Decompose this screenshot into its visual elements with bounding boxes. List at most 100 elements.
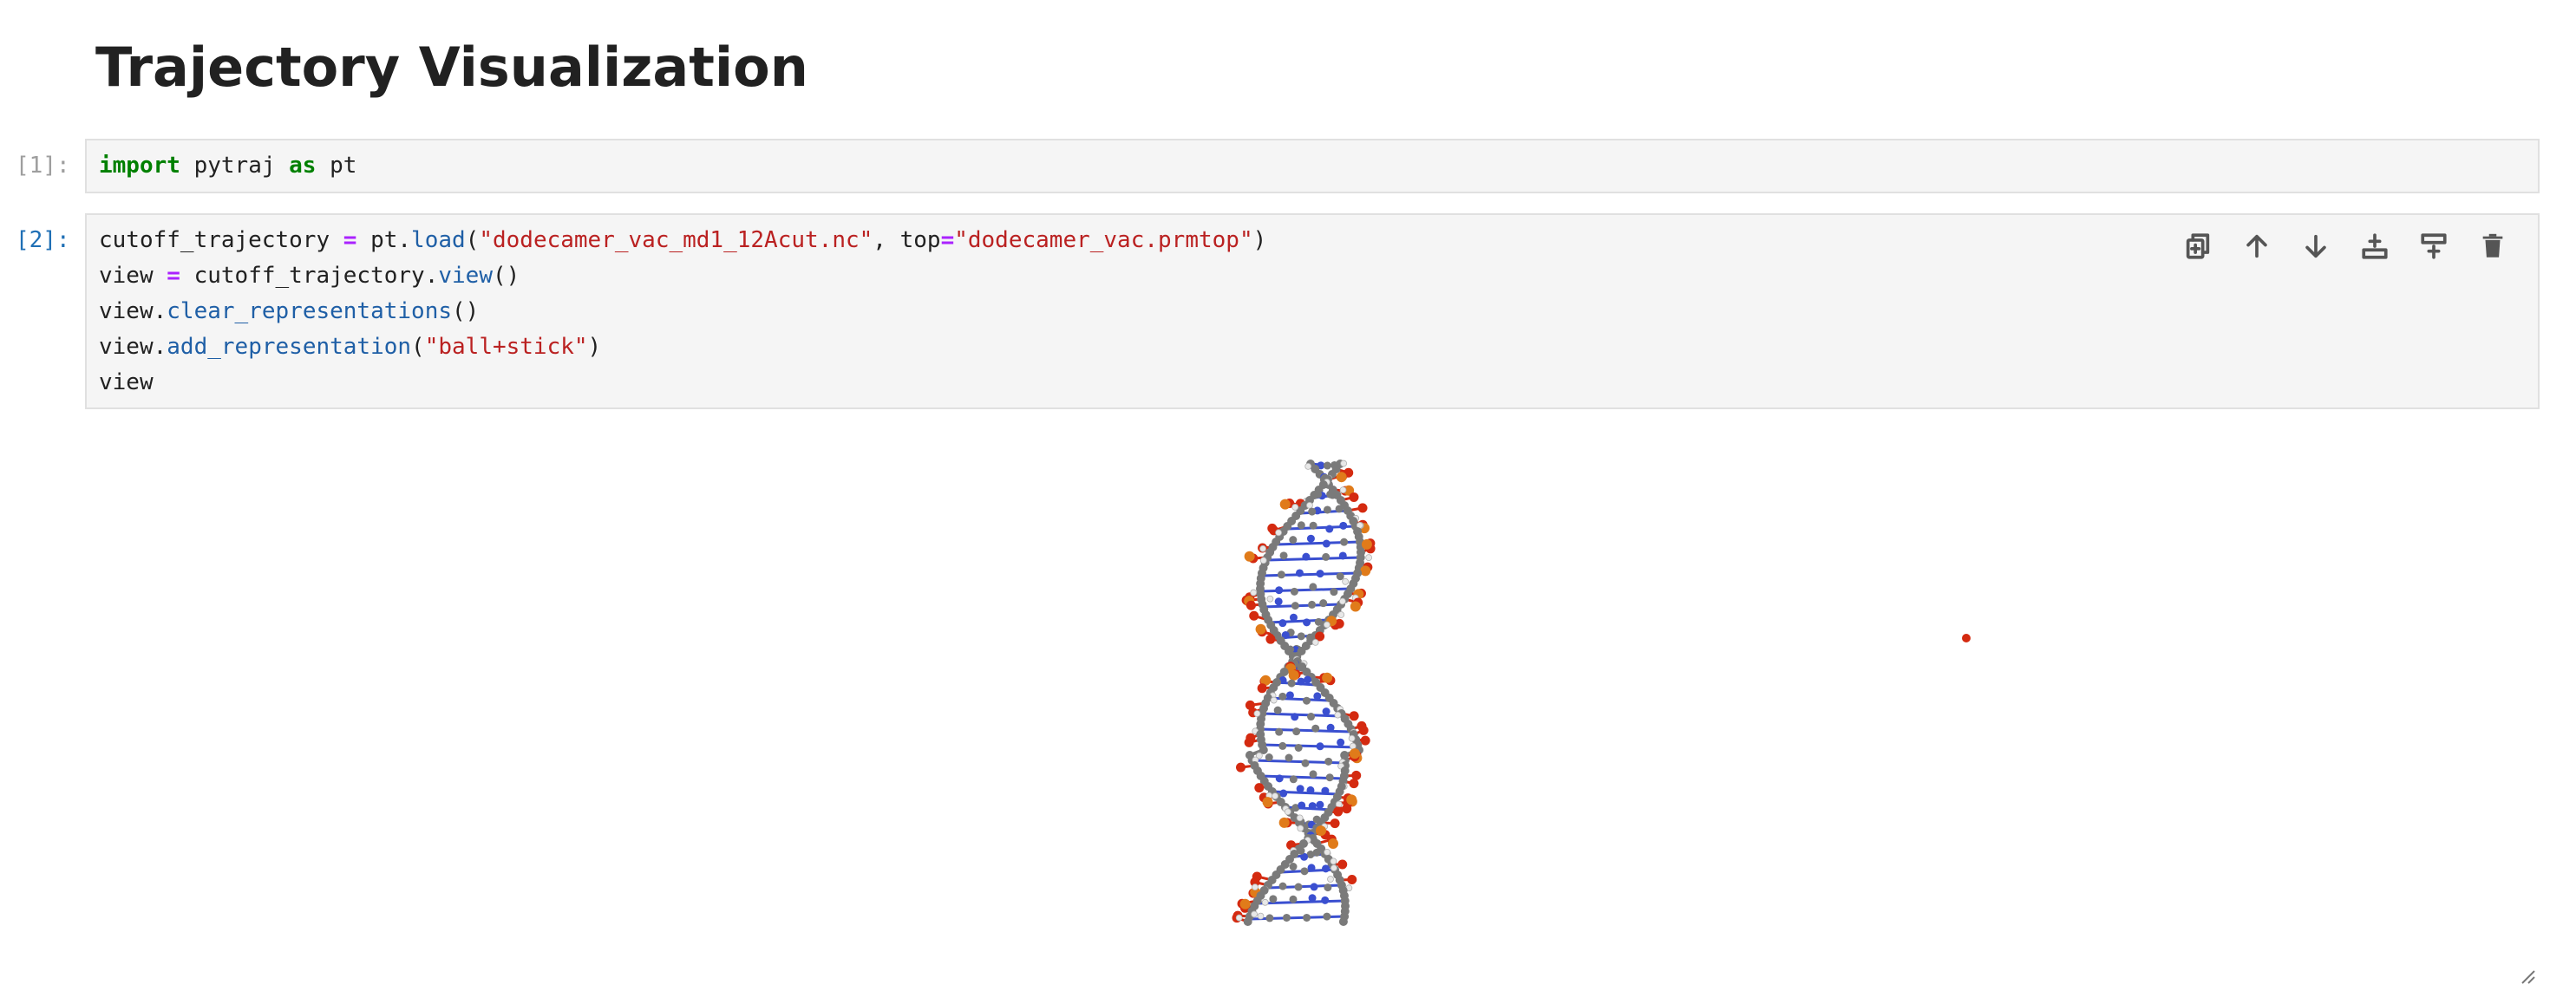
code-token: view [99,369,154,395]
atom [1291,713,1299,721]
insert-below-button[interactable] [2413,225,2455,267]
code-line[interactable]: view [87,365,2538,401]
atom [1337,738,1345,747]
atom [1278,619,1287,628]
atom [1288,669,1299,681]
code-line[interactable]: view.add_representation("ball+stick") [87,329,2538,365]
atom [1289,613,1298,622]
bond [1259,727,1351,733]
atom [1306,501,1313,509]
atom [1304,463,1312,470]
code-token: "ball+stick" [424,334,588,360]
code-token: clear_representations [167,298,453,324]
atom [1235,914,1243,922]
atom [1333,806,1344,817]
atom [1239,898,1251,910]
atom [1335,505,1344,513]
atom [1308,894,1317,903]
atom [1259,544,1266,552]
code-cell-1[interactable]: import pytraj as pt [85,139,2540,193]
atom [1337,611,1345,618]
keyword-import: import [99,153,180,179]
move-down-button[interactable] [2295,225,2337,267]
insert-below-icon [2421,233,2447,259]
atom [1246,600,1256,610]
atom [1322,539,1330,548]
atom [1324,883,1332,892]
code-line[interactable]: cutoff_trajectory = pt.load("dodecamer_v… [87,223,2538,258]
move-up-button[interactable] [2236,225,2278,267]
atom [1330,588,1338,597]
atom [1243,917,1252,926]
atom [1269,895,1278,903]
atom [1336,472,1347,483]
code-cell-2[interactable]: cutoff_trajectory = pt.load("dodecamer_v… [85,213,2540,409]
atom [1294,743,1303,752]
atom [1278,817,1290,828]
module-name: pytraj [180,153,290,179]
atom [1311,724,1320,733]
atom [1334,711,1342,719]
code-token: load [411,227,466,253]
atom [1357,503,1368,513]
atom [1292,727,1301,736]
stray-atom [1962,634,1971,642]
atom [1277,570,1285,579]
atom [1306,534,1315,543]
atom [1265,753,1273,762]
cell-1-prompt: [1]: [16,153,70,179]
cell-2-prompt: [2]: [16,227,70,253]
atom [1278,741,1287,750]
atom [1340,538,1349,546]
atom [1311,638,1319,646]
atom [1300,867,1309,876]
atom [1289,863,1298,871]
atom [1309,521,1317,530]
code-token: view [99,263,167,289]
atom [1346,794,1357,805]
molecule-canvas[interactable] [85,425,2540,988]
atom [1251,910,1258,918]
code-line[interactable]: view = cutoff_trajectory.view() [87,258,2538,294]
atom [1289,536,1298,544]
atom [1349,742,1357,750]
atom [1315,825,1326,837]
nglview-widget[interactable] [85,425,2540,988]
move-down-icon [2305,234,2326,258]
atom [1323,912,1331,921]
atom [1316,742,1324,751]
atom [1310,883,1318,891]
delete-cell-button[interactable] [2472,225,2514,267]
atom [1337,859,1348,870]
atom [1322,707,1330,716]
atom [1261,898,1269,906]
atom [1308,802,1317,811]
insert-above-button[interactable] [2354,225,2396,267]
code-line[interactable]: view.clear_representations() [87,294,2538,329]
atom [1275,727,1284,736]
duplicate-cell-button[interactable] [2177,225,2219,267]
atom [1307,864,1316,872]
resize-handle-icon[interactable] [2517,966,2536,985]
atom [1289,775,1298,784]
atom [1252,883,1259,891]
atom [1270,696,1278,704]
atom [1348,734,1356,742]
atom [1297,825,1304,832]
atom [1319,599,1328,608]
atom [1309,770,1317,779]
atom [1340,460,1348,467]
code-line[interactable]: import pytraj as pt [87,148,2538,184]
atom [1325,773,1334,782]
code-token: , top [873,227,941,253]
atom [1297,677,1305,686]
atom [1323,461,1331,470]
atom [1282,913,1291,922]
atom [1255,623,1266,635]
code-token: () [492,263,520,289]
atom [1327,876,1334,883]
keyword-as: as [289,153,317,179]
atom [1350,601,1361,612]
atom [1342,804,1352,814]
atom [1349,492,1359,502]
